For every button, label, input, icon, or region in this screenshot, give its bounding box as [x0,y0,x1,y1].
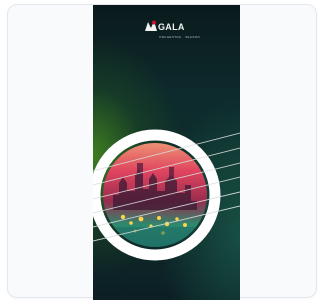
brand-tagline: ORCHESTRA · SEASON [159,35,201,39]
poster-thumbnail[interactable]: GALA ORCHESTRA · SEASON [93,5,240,300]
logo-mark-icon [145,20,157,31]
brand-name: GALA [158,22,185,32]
brand-logo: GALA ORCHESTRA · SEASON [145,19,200,45]
guitar-soundhole-illustration [93,129,240,261]
